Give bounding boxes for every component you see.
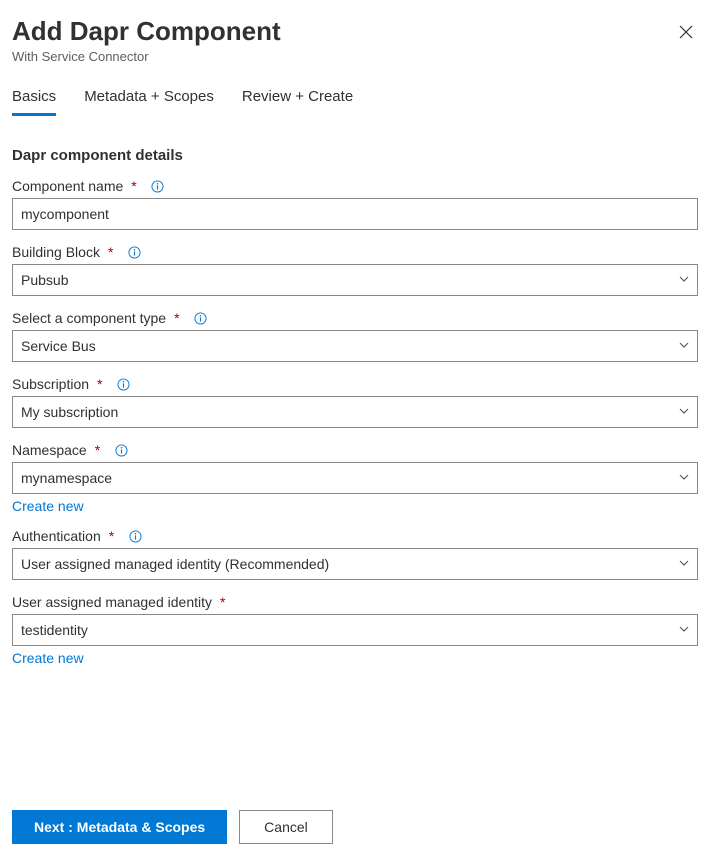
label-authentication: Authentication * <box>12 528 698 544</box>
label-component-name: Component name * <box>12 178 698 194</box>
label-text: User assigned managed identity <box>12 594 212 610</box>
select-value: mynamespace <box>21 470 112 486</box>
label-text: Select a component type <box>12 310 166 326</box>
required-marker: * <box>131 178 136 194</box>
info-icon[interactable] <box>151 179 165 193</box>
panel-header: Add Dapr Component With Service Connecto… <box>12 16 698 64</box>
footer: Next : Metadata & Scopes Cancel <box>12 796 698 844</box>
label-namespace: Namespace * <box>12 442 698 458</box>
tab-basics[interactable]: Basics <box>12 82 56 116</box>
select-value: My subscription <box>21 404 118 420</box>
label-user-assigned-identity: User assigned managed identity * <box>12 594 698 610</box>
label-building-block: Building Block * <box>12 244 698 260</box>
required-marker: * <box>95 442 100 458</box>
building-block-select[interactable]: Pubsub <box>12 264 698 296</box>
field-subscription: Subscription * My subscription <box>12 376 698 428</box>
select-value: Service Bus <box>21 338 96 354</box>
create-new-namespace-link[interactable]: Create new <box>12 498 84 514</box>
select-value: testidentity <box>21 622 88 638</box>
field-authentication: Authentication * User assigned managed i… <box>12 528 698 580</box>
label-text: Namespace <box>12 442 87 458</box>
required-marker: * <box>220 594 225 610</box>
section-title: Dapr component details <box>12 147 698 164</box>
info-icon[interactable] <box>128 529 142 543</box>
add-dapr-component-panel: Add Dapr Component With Service Connecto… <box>0 0 710 860</box>
field-component-name: Component name * <box>12 178 698 230</box>
tabs: Basics Metadata + Scopes Review + Create <box>12 82 698 117</box>
tab-metadata-scopes[interactable]: Metadata + Scopes <box>84 82 214 116</box>
label-text: Component name <box>12 178 123 194</box>
label-text: Building Block <box>12 244 100 260</box>
info-icon[interactable] <box>194 311 208 325</box>
next-button[interactable]: Next : Metadata & Scopes <box>12 810 227 844</box>
close-icon <box>679 25 693 39</box>
required-marker: * <box>108 244 113 260</box>
required-marker: * <box>174 310 179 326</box>
component-type-select[interactable]: Service Bus <box>12 330 698 362</box>
info-icon[interactable] <box>117 377 131 391</box>
required-marker: * <box>109 528 114 544</box>
field-building-block: Building Block * Pubsub <box>12 244 698 296</box>
info-icon[interactable] <box>127 245 141 259</box>
user-assigned-identity-select[interactable]: testidentity <box>12 614 698 646</box>
form-body: Dapr component details Component name * … <box>12 147 698 796</box>
close-button[interactable] <box>674 20 698 44</box>
label-text: Authentication <box>12 528 101 544</box>
panel-title: Add Dapr Component <box>12 16 281 47</box>
field-namespace: Namespace * mynamespace Create new <box>12 442 698 514</box>
panel-subtitle: With Service Connector <box>12 49 281 64</box>
info-icon[interactable] <box>114 443 128 457</box>
field-component-type: Select a component type * Service Bus <box>12 310 698 362</box>
cancel-button[interactable]: Cancel <box>239 810 333 844</box>
field-user-assigned-identity: User assigned managed identity * testide… <box>12 594 698 666</box>
header-text: Add Dapr Component With Service Connecto… <box>12 16 281 64</box>
authentication-select[interactable]: User assigned managed identity (Recommen… <box>12 548 698 580</box>
tab-review-create[interactable]: Review + Create <box>242 82 353 116</box>
namespace-select[interactable]: mynamespace <box>12 462 698 494</box>
create-new-identity-link[interactable]: Create new <box>12 650 84 666</box>
select-value: User assigned managed identity (Recommen… <box>21 556 329 572</box>
label-text: Subscription <box>12 376 89 392</box>
component-name-input[interactable] <box>12 198 698 230</box>
subscription-select[interactable]: My subscription <box>12 396 698 428</box>
label-component-type: Select a component type * <box>12 310 698 326</box>
label-subscription: Subscription * <box>12 376 698 392</box>
select-value: Pubsub <box>21 272 68 288</box>
required-marker: * <box>97 376 102 392</box>
